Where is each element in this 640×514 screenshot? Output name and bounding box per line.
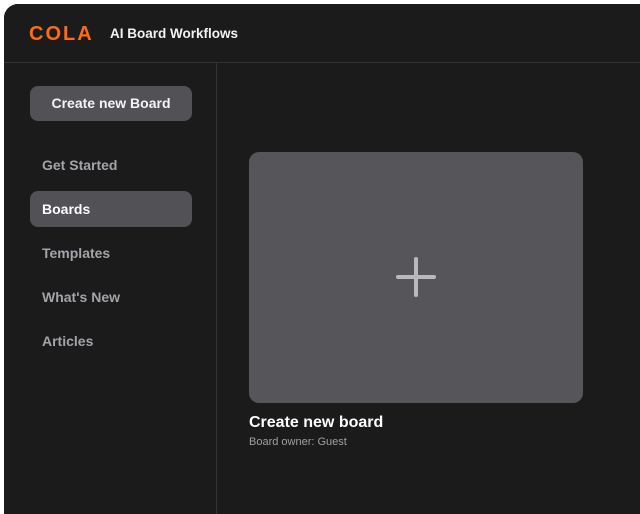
board-owner: Board owner: Guest xyxy=(249,436,347,448)
main-content: Create new board Board owner: Guest xyxy=(217,63,640,514)
sidebar-item-boards[interactable]: Boards xyxy=(30,191,192,227)
sidebar-item-articles[interactable]: Articles xyxy=(30,323,192,359)
board-title[interactable]: Create new board xyxy=(249,413,383,433)
sidebar-item-get-started[interactable]: Get Started xyxy=(30,147,192,183)
sidebar-item-label: Get Started xyxy=(42,157,118,173)
plus-icon xyxy=(396,257,436,297)
sidebar-item-label: Boards xyxy=(42,201,91,217)
sidebar-item-templates[interactable]: Templates xyxy=(30,235,192,271)
create-board-card[interactable] xyxy=(249,152,583,403)
create-new-board-button[interactable]: Create new Board xyxy=(30,86,192,121)
sidebar-item-label: Templates xyxy=(42,245,111,261)
app-window: COLA AI Board Workflows Create new Board… xyxy=(4,4,640,514)
sidebar-item-label: What's New xyxy=(42,289,121,305)
app-title: AI Board Workflows xyxy=(110,26,239,41)
sidebar: Create new Board Get Started Boards Temp… xyxy=(4,63,217,514)
sidebar-item-label: Articles xyxy=(42,333,94,349)
app-header: COLA AI Board Workflows xyxy=(4,4,640,63)
cola-logo[interactable]: COLA xyxy=(29,22,94,46)
sidebar-item-whats-new[interactable]: What's New xyxy=(30,279,192,315)
